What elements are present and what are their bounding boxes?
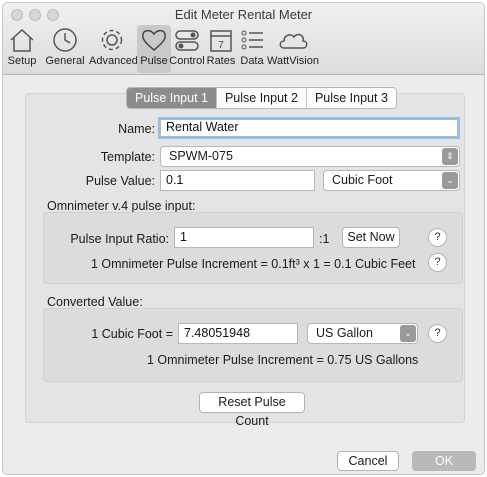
cancel-button[interactable]: Cancel xyxy=(337,451,399,471)
convert-help-button[interactable]: ? xyxy=(428,324,447,343)
set-now-button[interactable]: Set Now xyxy=(342,227,400,248)
cloud-icon xyxy=(279,33,308,49)
name-label: Name: xyxy=(118,122,155,136)
chevron-up-down-icon: ⇕ xyxy=(442,148,458,165)
tab-pulse-input-1[interactable]: Pulse Input 1 xyxy=(127,88,217,108)
increment-help-button[interactable]: ? xyxy=(428,253,447,272)
toolbar-item-advanced[interactable]: Advanced xyxy=(89,27,138,67)
toolbar-item-general[interactable]: General xyxy=(45,27,85,67)
convert-label: 1 Cubic Foot = xyxy=(91,327,173,341)
ratio-field[interactable]: 1 xyxy=(174,227,314,248)
toolbar: Edit Meter Rental Meter Setup General Ad… xyxy=(3,3,484,75)
chevron-down-icon: ⌄ xyxy=(400,325,416,342)
convert-unit-value: US Gallon xyxy=(316,326,373,340)
toggle-icon xyxy=(175,30,199,51)
toolbar-item-data[interactable]: Data xyxy=(238,27,266,67)
gear-icon xyxy=(101,29,123,51)
toolbar-item-rates[interactable]: 7 Rates xyxy=(206,27,236,67)
ratio-label: Pulse Input Ratio: xyxy=(70,232,169,246)
name-field[interactable]: Rental Water xyxy=(158,117,460,139)
edit-meter-window: Edit Meter Rental Meter Setup General Ad… xyxy=(2,2,485,475)
svg-text:7: 7 xyxy=(218,40,224,51)
toolbar-item-pulse[interactable]: Pulse xyxy=(137,25,171,73)
chevron-down-icon: ⌄ xyxy=(442,172,458,189)
ratio-help-button[interactable]: ? xyxy=(428,228,447,247)
toolbar-item-setup[interactable]: Setup xyxy=(5,27,39,67)
tab-pulse-input-2[interactable]: Pulse Input 2 xyxy=(217,88,307,108)
toolbar-item-control[interactable]: Control xyxy=(169,27,205,67)
increment-text: 1 Omnimeter Pulse Increment = 0.1ft³ x 1… xyxy=(91,257,416,271)
house-icon xyxy=(10,28,34,52)
convert-unit-select[interactable]: US Gallon ⌄ xyxy=(307,323,418,344)
pulse-unit-select[interactable]: Cubic Foot ⌄ xyxy=(323,170,460,191)
ratio-suffix: :1 xyxy=(319,232,330,246)
toolbar-item-wattvision[interactable]: WattVision xyxy=(267,27,319,67)
template-label: Template: xyxy=(100,150,155,164)
list-icon xyxy=(241,30,263,50)
omnimeter-group xyxy=(43,212,463,284)
template-value: SPWM-075 xyxy=(169,149,233,163)
pulse-unit-value: Cubic Foot xyxy=(332,173,393,187)
pulse-value-field[interactable]: 0.1 xyxy=(160,170,315,191)
pulse-value-label: Pulse Value: xyxy=(85,174,155,188)
reset-pulse-count-button[interactable]: Reset Pulse Count xyxy=(199,392,305,428)
calendar-icon: 7 xyxy=(210,30,232,52)
convert-value-field[interactable]: 7.48051948 xyxy=(178,323,298,344)
converted-section-title: Converted Value: xyxy=(47,295,143,309)
pulse-input-tabs: Pulse Input 1 Pulse Input 2 Pulse Input … xyxy=(126,87,397,109)
tab-pulse-input-3[interactable]: Pulse Input 3 xyxy=(307,88,396,108)
omnimeter-section-title: Omnimeter v.4 pulse input: xyxy=(47,199,196,213)
heart-icon xyxy=(142,29,166,51)
window-title: Edit Meter Rental Meter xyxy=(174,7,313,22)
converted-text: 1 Omnimeter Pulse Increment = 0.75 US Ga… xyxy=(147,353,419,367)
template-select[interactable]: SPWM-075 ⇕ xyxy=(160,146,460,167)
converted-group xyxy=(43,308,463,382)
ok-button[interactable]: OK xyxy=(412,451,476,471)
clock-icon xyxy=(53,28,77,52)
